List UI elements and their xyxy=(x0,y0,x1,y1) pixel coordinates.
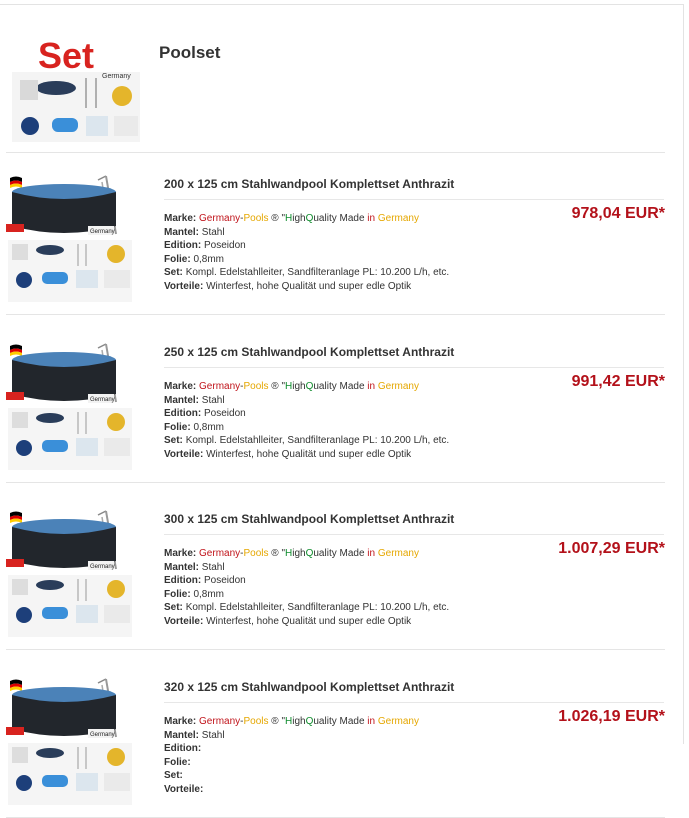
product-image[interactable]: Germany xyxy=(6,174,136,306)
spec-folie: Folie: 0,8mm xyxy=(164,421,225,433)
spec-edition: Edition: Poseidon xyxy=(164,575,246,587)
svg-text:Germany: Germany xyxy=(102,73,131,80)
germany-flag-icon xyxy=(10,344,22,356)
spec-brand: Marke: Germany-Pools ® "HighQuality Made… xyxy=(164,716,419,727)
spec-mantel: Mantel: Stahl xyxy=(164,394,225,406)
product-image[interactable]: Germany xyxy=(6,509,136,641)
spec-edition: Edition: xyxy=(164,743,202,755)
spec-mantel: Mantel: Stahl xyxy=(164,561,225,573)
germany-flag-icon xyxy=(10,176,22,188)
product-title[interactable]: 300 x 125 cm Stahlwandpool Komplettset A… xyxy=(164,512,664,535)
spec-vorteile: Vorteile: Winterfest, hohe Qualität und … xyxy=(164,280,412,292)
spec-brand: Marke: Germany-Pools ® "HighQuality Made… xyxy=(164,213,419,224)
product-title[interactable]: 200 x 125 cm Stahlwandpool Komplettset A… xyxy=(164,177,664,200)
product-price: 1.007,29 EUR* xyxy=(558,540,665,557)
spec-edition: Edition: Poseidon xyxy=(164,408,246,420)
spec-brand: Marke: Germany-Pools ® "HighQuality Made… xyxy=(164,548,419,559)
spec-vorteile: Vorteile: Winterfest, hohe Qualität und … xyxy=(164,615,412,627)
spec-folie: Folie: xyxy=(164,756,191,768)
svg-text:Germany: Germany xyxy=(90,564,115,570)
svg-text:Germany: Germany xyxy=(90,732,115,738)
spec-folie: Folie: 0,8mm xyxy=(164,253,225,265)
set-logo-text: Set xyxy=(38,35,94,76)
product-title[interactable]: 320 x 125 cm Stahlwandpool Komplettset A… xyxy=(164,680,664,703)
product-price: 978,04 EUR* xyxy=(571,205,665,222)
germany-flag-icon xyxy=(10,679,22,691)
spec-vorteile: Vorteile: Winterfest, hohe Qualität und … xyxy=(164,448,412,460)
product-specs: Marke: Germany-Pools ® "HighQuality Made… xyxy=(164,715,419,797)
product-price: 991,42 EUR* xyxy=(571,373,665,390)
product-specs: Marke: Germany-Pools ® "HighQuality Made… xyxy=(164,547,449,629)
category-header: Set Germany Poolset xyxy=(6,24,665,153)
spec-set: Set: Kompl. Edelstahlleiter, Sandfiltera… xyxy=(164,267,450,279)
poolset-category-image[interactable]: Set Germany xyxy=(10,34,142,144)
spec-edition: Edition: Poseidon xyxy=(164,240,246,252)
product-row: Germany 300 x 125 cm Stahlwandpool Kompl… xyxy=(6,487,665,650)
product-row: Germany 320 x 125 cm Stahlwandpool Kompl… xyxy=(6,655,665,818)
spec-folie: Folie: 0,8mm xyxy=(164,588,225,600)
svg-text:Germany: Germany xyxy=(90,397,115,403)
spec-mantel: Mantel: Stahl xyxy=(164,226,225,238)
product-specs: Marke: Germany-Pools ® "HighQuality Made… xyxy=(164,212,449,294)
category-title[interactable]: Poolset xyxy=(159,43,220,63)
product-title[interactable]: 250 x 125 cm Stahlwandpool Komplettset A… xyxy=(164,345,664,368)
spec-vorteile: Vorteile: xyxy=(164,783,204,795)
product-price: 1.026,19 EUR* xyxy=(558,708,665,725)
spec-mantel: Mantel: Stahl xyxy=(164,729,225,741)
product-specs: Marke: Germany-Pools ® "HighQuality Made… xyxy=(164,380,449,462)
svg-text:Germany: Germany xyxy=(90,229,115,235)
spec-brand: Marke: Germany-Pools ® "HighQuality Made… xyxy=(164,381,419,392)
product-image[interactable]: Germany xyxy=(6,677,136,809)
product-row: Germany 200 x 125 cm Stahlwandpool Kompl… xyxy=(6,152,665,315)
spec-set: Set: Kompl. Edelstahlleiter, Sandfiltera… xyxy=(164,602,450,614)
product-row: Germany 250 x 125 cm Stahlwandpool Kompl… xyxy=(6,320,665,483)
germany-flag-icon xyxy=(10,511,22,523)
spec-set: Set: xyxy=(164,770,183,782)
product-image[interactable]: Germany xyxy=(6,342,136,474)
spec-set: Set: Kompl. Edelstahlleiter, Sandfiltera… xyxy=(164,435,450,447)
